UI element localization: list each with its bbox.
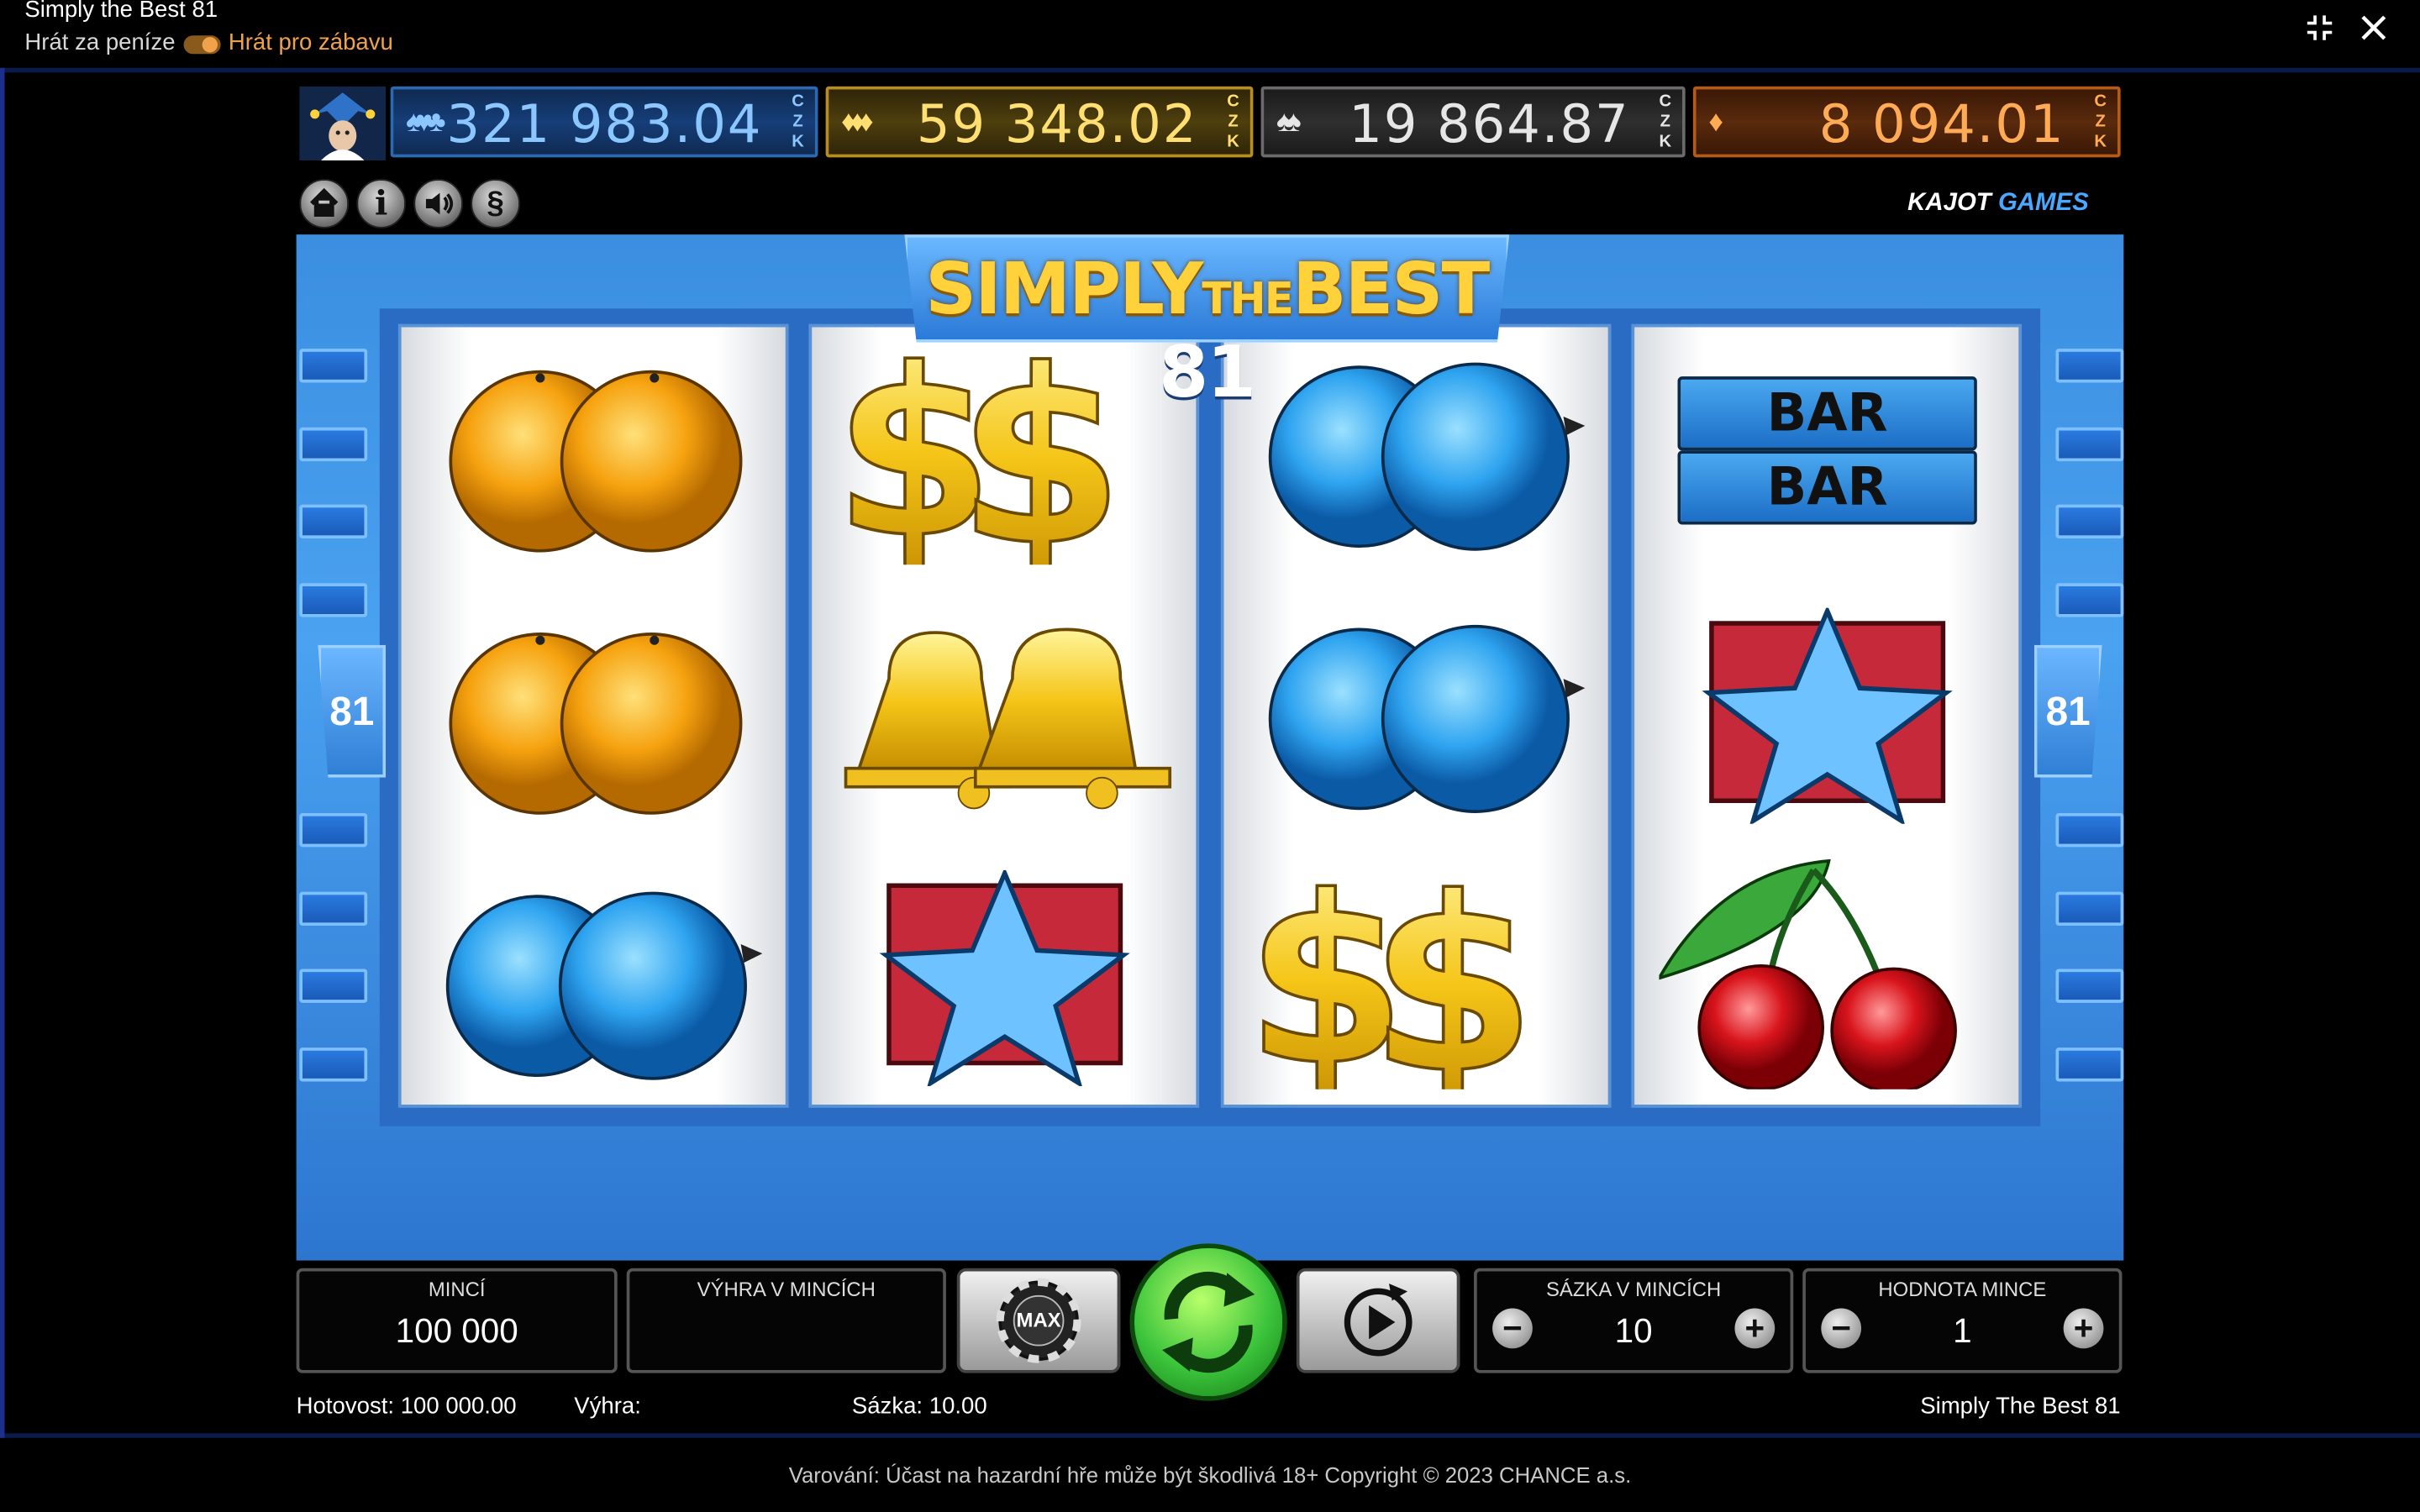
sound-button[interactable] <box>413 179 464 228</box>
home-icon <box>310 187 339 218</box>
jackpot-2: ♦♦♦ 59 348.02 CZK <box>825 86 1254 158</box>
reel-frame-tick <box>2055 891 2124 927</box>
reel-frame-tick <box>299 812 368 848</box>
reel-frame-tick <box>2055 812 2124 848</box>
card-suit-icon: ♦ <box>1708 106 1723 139</box>
star-symbol <box>1702 607 1953 824</box>
sound-icon <box>425 192 454 215</box>
minus-icon: − <box>1831 1308 1851 1347</box>
win-label: VÝHRA V MINCÍCH <box>697 1277 876 1301</box>
jackpot-amount: 8 094.01 <box>1818 94 2065 156</box>
card-suit-icon: ♦♦♦ <box>841 106 874 139</box>
cherry-symbol <box>1659 858 1957 1089</box>
exit-fullscreen-icon[interactable] <box>2306 14 2333 42</box>
bell-symbol <box>844 627 1172 810</box>
reel-frame-tick <box>2055 969 2124 1003</box>
game-name-status: Simply The Best 81 <box>1920 1393 2121 1420</box>
plum-symbol <box>445 891 763 1080</box>
coin-value-increase-button[interactable]: + <box>2063 1308 2104 1349</box>
reel-4: BAR BAR <box>1631 323 2023 1108</box>
lines-badge-left: 81 <box>318 644 387 778</box>
win-panel: VÝHRA V MINCÍCH <box>626 1268 946 1373</box>
jackpot-3: ♠♠ 19 864.87 CZK <box>1260 86 1686 158</box>
jackpot-currency: CZK <box>1227 92 1239 151</box>
jackpot-amount: 59 348.02 <box>916 94 1198 156</box>
reel-2: $ $ <box>808 323 1200 1108</box>
max-bet-button[interactable]: MAX <box>956 1268 1121 1373</box>
bet-increase-button[interactable]: + <box>1734 1308 1776 1349</box>
win-status: Výhra: <box>574 1393 641 1420</box>
rules-button[interactable]: § <box>471 179 520 228</box>
game-title: SIMPLYTHEBEST 81 <box>925 246 1490 414</box>
bet-status: Sázka: 10.00 <box>851 1393 987 1420</box>
reel-frame-tick <box>299 583 368 617</box>
lines-badge-right: 81 <box>2033 644 2102 778</box>
reel-3: $ $ <box>1220 323 1612 1108</box>
info-icon: i <box>374 183 388 224</box>
close-icon[interactable] <box>2360 14 2387 42</box>
jackpot-currency: CZK <box>2094 92 2107 151</box>
paragraph-icon: § <box>487 186 504 221</box>
dollar-symbol: $ $ <box>1245 874 1538 1089</box>
svg-text:$: $ <box>1369 874 1536 1089</box>
autoplay-button[interactable] <box>1296 1268 1460 1373</box>
info-button[interactable]: i <box>356 179 407 228</box>
reel-frame-tick <box>299 891 368 927</box>
bar-label: BAR <box>1677 450 1977 525</box>
jester-mascot-icon <box>299 86 387 161</box>
star-symbol <box>879 869 1130 1087</box>
jackpot-amount: 19 864.87 <box>1349 94 1630 156</box>
coins-label: MINCÍ <box>428 1277 486 1301</box>
jackpot-4: ♦ 8 094.01 CZK <box>1692 86 2121 158</box>
bar-symbol: BAR BAR <box>1677 376 1977 525</box>
reel-frame-tick <box>299 504 368 539</box>
window-title: Simply the Best 81 <box>24 0 218 24</box>
play-for-money-label[interactable]: Hrát za peníze <box>24 29 175 55</box>
cash-value: 100 000.00 <box>400 1393 517 1420</box>
footer-warning: Varování: Účast na hazardní hře může být… <box>788 1462 1632 1488</box>
reel-frame-tick <box>2055 1047 2124 1082</box>
coin-value-decrease-button[interactable]: − <box>1821 1308 1862 1349</box>
reel-frame-tick <box>2055 583 2124 617</box>
mode-toggle-knob[interactable] <box>202 37 218 53</box>
bar-label: BAR <box>1677 376 1977 451</box>
card-suit-icon: ♠♥♣ <box>406 106 445 139</box>
play-for-fun-label[interactable]: Hrát pro zábavu <box>229 29 393 55</box>
coin-value-label: HODNOTA MINCE <box>1878 1277 2047 1301</box>
jackpot-currency: CZK <box>792 92 804 151</box>
coins-value: 100 000 <box>395 1311 518 1351</box>
autoplay-icon <box>1344 1284 1413 1357</box>
frame-border <box>0 67 5 1438</box>
bet-label: SÁZKA V MINCÍCH <box>1545 1277 1722 1301</box>
card-suit-icon: ♠♠ <box>1276 106 1302 139</box>
spin-arrows-icon <box>1162 1271 1255 1373</box>
plus-icon: + <box>1744 1308 1765 1347</box>
bet-decrease-button[interactable]: − <box>1492 1308 1533 1349</box>
orange-symbol <box>449 633 743 815</box>
reel-frame-tick <box>2055 504 2124 539</box>
cash-status: Hotovost: 100 000.00 <box>296 1393 517 1420</box>
jackpot-currency: CZK <box>1659 92 1672 151</box>
reel-frame-tick <box>299 349 368 383</box>
plus-icon: + <box>2073 1308 2094 1347</box>
spin-button[interactable] <box>1129 1243 1287 1401</box>
coin-value-panel: HODNOTA MINCE 1 − + <box>1802 1268 2123 1373</box>
home-button[interactable] <box>299 179 350 228</box>
kajot-games-logo: KAJOT GAMES <box>1907 189 2089 217</box>
minus-icon: − <box>1502 1308 1523 1347</box>
bet-status-value: 10.00 <box>929 1393 987 1420</box>
max-label: MAX <box>1016 1308 1061 1332</box>
reel-frame-tick <box>299 969 368 1003</box>
reel-frame-tick <box>2055 427 2124 462</box>
reel-frame-tick <box>299 427 368 462</box>
orange-symbol <box>449 370 743 553</box>
jackpot-amount: 321 983.04 <box>446 94 763 156</box>
reel-1 <box>397 323 789 1108</box>
plum-symbol <box>1268 624 1586 813</box>
jackpot-1: ♠♥♣ 321 983.04 CZK <box>390 86 818 158</box>
reel-frame-tick <box>2055 349 2124 383</box>
reel-frame-tick <box>299 1047 368 1082</box>
bet-panel: SÁZKA V MINCÍCH 10 − + <box>1474 1268 1794 1373</box>
coins-panel: MINCÍ 100 000 <box>296 1268 618 1373</box>
